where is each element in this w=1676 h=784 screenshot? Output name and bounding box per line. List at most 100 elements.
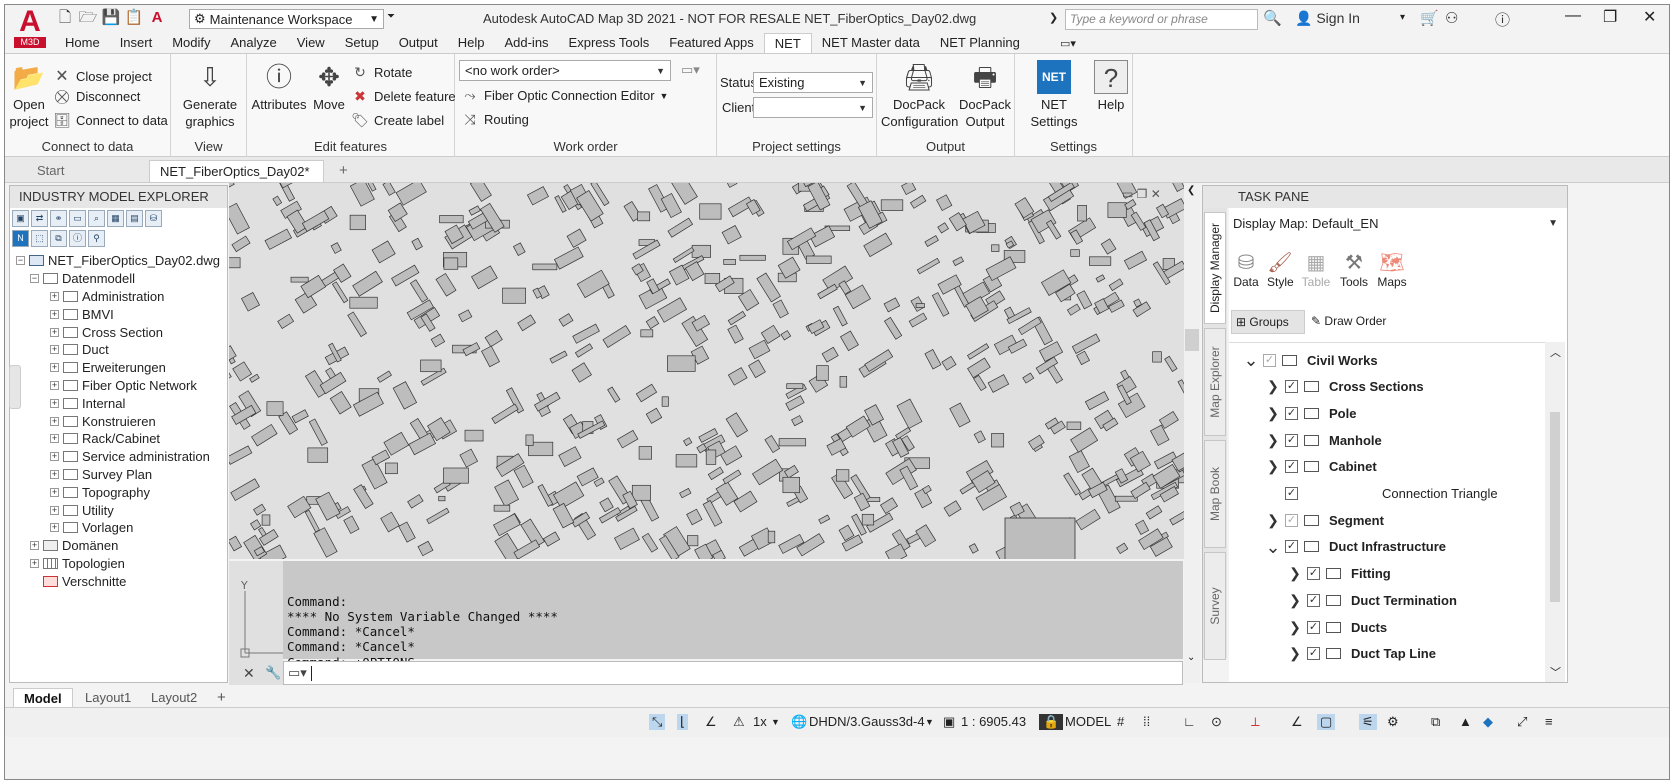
layer-row[interactable]: ❯ ✓ Duct Tap Line xyxy=(1287,641,1436,667)
layer-checkbox[interactable]: ✓ xyxy=(1285,540,1298,554)
chevron-right-icon[interactable]: ❯ xyxy=(1265,378,1281,395)
tree-domaenen[interactable]: + Domänen xyxy=(10,537,227,555)
binoculars-icon[interactable]: ⌕ xyxy=(88,209,105,227)
layer-row[interactable]: ⌄ ✓ Civil Works xyxy=(1243,347,1377,373)
layer-checkbox[interactable]: ✓ xyxy=(1263,353,1276,367)
layer-row[interactable]: ❯ ✓ Cabinet xyxy=(1265,454,1377,480)
frame-icon[interactable]: ⬚ xyxy=(31,229,48,247)
annotation-scale-icon[interactable]: ⌊ xyxy=(677,714,689,730)
expand-icon[interactable]: + xyxy=(50,505,59,515)
create-label-button[interactable]: 🏷 Create label xyxy=(351,112,444,129)
ribbon-minimize-icon[interactable]: ▭▾ xyxy=(1060,37,1076,50)
tree-item[interactable]: + Service administration xyxy=(10,448,227,466)
tab-view[interactable]: View xyxy=(287,33,335,53)
lock-icon[interactable]: 🔒 xyxy=(1039,714,1064,730)
chevron-right-icon[interactable]: ❯ xyxy=(1265,512,1281,529)
scroll-thumb[interactable] xyxy=(1550,412,1560,602)
grid-icon[interactable]: ▦ xyxy=(107,209,124,227)
tree-item[interactable]: + Fiber Optic Network xyxy=(10,377,227,395)
help-button[interactable]: ? Help xyxy=(1091,60,1131,113)
tab-net-planning[interactable]: NET Planning xyxy=(930,33,1030,53)
table-icon[interactable]: ▤ xyxy=(126,209,143,227)
tree-item[interactable]: + Cross Section xyxy=(10,323,227,341)
scroll-down-icon[interactable]: ﹀ xyxy=(1550,664,1561,680)
work-order-menu-icon[interactable]: ▭▾ xyxy=(681,62,700,78)
expand-icon[interactable]: + xyxy=(50,363,59,373)
layer-checkbox[interactable]: ✓ xyxy=(1307,593,1320,607)
tree-item[interactable]: + Konstruieren xyxy=(10,412,227,430)
fiber-optic-editor-button[interactable]: ⤳ Fiber Optic Connection Editor ▼ xyxy=(461,87,668,104)
alert-icon[interactable]: ▲ xyxy=(1459,714,1472,729)
expand-icon[interactable]: + xyxy=(50,327,59,337)
help-icon[interactable]: ⓘ xyxy=(1495,9,1510,30)
ortho-icon[interactable]: ∟ xyxy=(1183,714,1196,729)
status-combo[interactable]: Existing ▼ xyxy=(753,72,873,93)
work-order-combo[interactable]: <no work order> ▼ xyxy=(459,60,671,81)
chevron-down-icon[interactable]: ▼ xyxy=(771,717,780,727)
routing-button[interactable]: ⤨ Routing xyxy=(461,111,528,128)
tab-express-tools[interactable]: Express Tools xyxy=(559,33,660,53)
table-button[interactable]: ▦ Table xyxy=(1301,250,1331,289)
layer-checkbox[interactable]: ✓ xyxy=(1307,620,1320,634)
tree-root[interactable]: − NET_FiberOptics_Day02.dwg xyxy=(10,252,227,270)
select-icon[interactable]: ▣ xyxy=(12,209,29,227)
tab-modify[interactable]: Modify xyxy=(162,33,220,53)
help-search-input[interactable]: Type a keyword or phrase xyxy=(1065,9,1258,30)
tab-net-master-data[interactable]: NET Master data xyxy=(812,33,930,53)
layer-checkbox[interactable]: ✓ xyxy=(1285,460,1298,474)
tree-item[interactable]: + Vorlagen xyxy=(10,519,227,537)
scale-factor[interactable]: 1x xyxy=(753,714,767,729)
expand-icon[interactable]: + xyxy=(50,309,59,319)
chevron-right-icon[interactable]: ❯ xyxy=(1265,458,1281,475)
add-layout-button[interactable]: + xyxy=(207,688,236,708)
command-line-input[interactable]: ▭▾ xyxy=(283,661,1183,685)
tree-item[interactable]: + Internal xyxy=(10,394,227,412)
layer-row[interactable]: ❯ ✓ Ducts xyxy=(1287,614,1387,640)
layer-checkbox[interactable]: ✓ xyxy=(1285,406,1298,420)
sign-in-dropdown-icon[interactable]: ▾ xyxy=(1400,12,1405,23)
chevron-down-icon[interactable]: ⌄ xyxy=(1265,538,1281,556)
groups-button[interactable]: ⊞ Groups xyxy=(1231,310,1305,334)
sign-in-button[interactable]: 👤 Sign In xyxy=(1295,10,1360,27)
client-combo[interactable]: ▼ xyxy=(753,97,873,118)
layer-row[interactable]: ❯ ✓ Duct Termination xyxy=(1287,587,1457,613)
display-map-combo[interactable]: Default_EN ▼ xyxy=(1307,213,1563,234)
info-icon[interactable]: ⓘ xyxy=(69,229,86,247)
polar-icon[interactable]: ⊙ xyxy=(1211,714,1222,730)
tab-display-manager[interactable]: Display Manager xyxy=(1204,212,1226,324)
disconnect-button[interactable]: ⛒ Disconnect xyxy=(53,88,140,105)
chevron-right-icon[interactable]: ❯ xyxy=(1049,11,1058,24)
link-icon[interactable]: ⇄ xyxy=(31,209,48,227)
model-space-button[interactable]: MODEL xyxy=(1065,714,1111,729)
new-tab-button[interactable]: + xyxy=(329,160,358,182)
fullscreen-icon[interactable]: ⤢ xyxy=(1517,714,1527,730)
open-project-button[interactable]: 📂 Open project xyxy=(9,60,49,130)
tab-setup[interactable]: Setup xyxy=(335,33,389,53)
expand-icon[interactable]: + xyxy=(50,487,59,497)
tree-item[interactable]: + Utility xyxy=(10,501,227,519)
layer-row[interactable]: ❯ ✓ Cross Sections xyxy=(1265,374,1424,400)
isodraft-icon[interactable]: ⟂ xyxy=(1251,714,1260,730)
expand-icon[interactable]: + xyxy=(50,345,59,355)
close-commandline-icon[interactable]: ✕ xyxy=(243,665,255,682)
annotation-visibility-icon[interactable]: ⤡ xyxy=(649,714,666,730)
expand-icon[interactable]: − xyxy=(16,256,25,266)
chevron-right-icon[interactable]: ❯ xyxy=(1265,405,1281,422)
panel-grip[interactable] xyxy=(9,365,21,409)
tab-survey[interactable]: Survey xyxy=(1204,552,1226,660)
layer-row[interactable]: ❯ ✓ Segment xyxy=(1265,507,1384,533)
net-icon[interactable]: N xyxy=(12,229,29,247)
tree-topologien[interactable]: + Topologien xyxy=(10,555,227,573)
database-icon[interactable]: ⛁ xyxy=(145,209,162,227)
osnap-icon[interactable]: ∠ xyxy=(1291,714,1303,730)
tab-net[interactable]: NET xyxy=(763,33,812,53)
new-icon[interactable]: 🗋 xyxy=(55,9,75,27)
expand-icon[interactable]: + xyxy=(50,452,59,462)
tree-item[interactable]: + Rack/Cabinet xyxy=(10,430,227,448)
chevron-right-icon[interactable]: ❯ xyxy=(1287,592,1303,609)
docpack-output-button[interactable]: 🖶 DocPack Output xyxy=(959,60,1011,130)
chevron-right-icon[interactable]: ❯ xyxy=(1287,565,1303,582)
expand-icon[interactable]: + xyxy=(50,434,59,444)
isolate-icon[interactable]: ◆ xyxy=(1483,714,1493,730)
connect-icon[interactable]: ⚇ xyxy=(1445,9,1458,27)
